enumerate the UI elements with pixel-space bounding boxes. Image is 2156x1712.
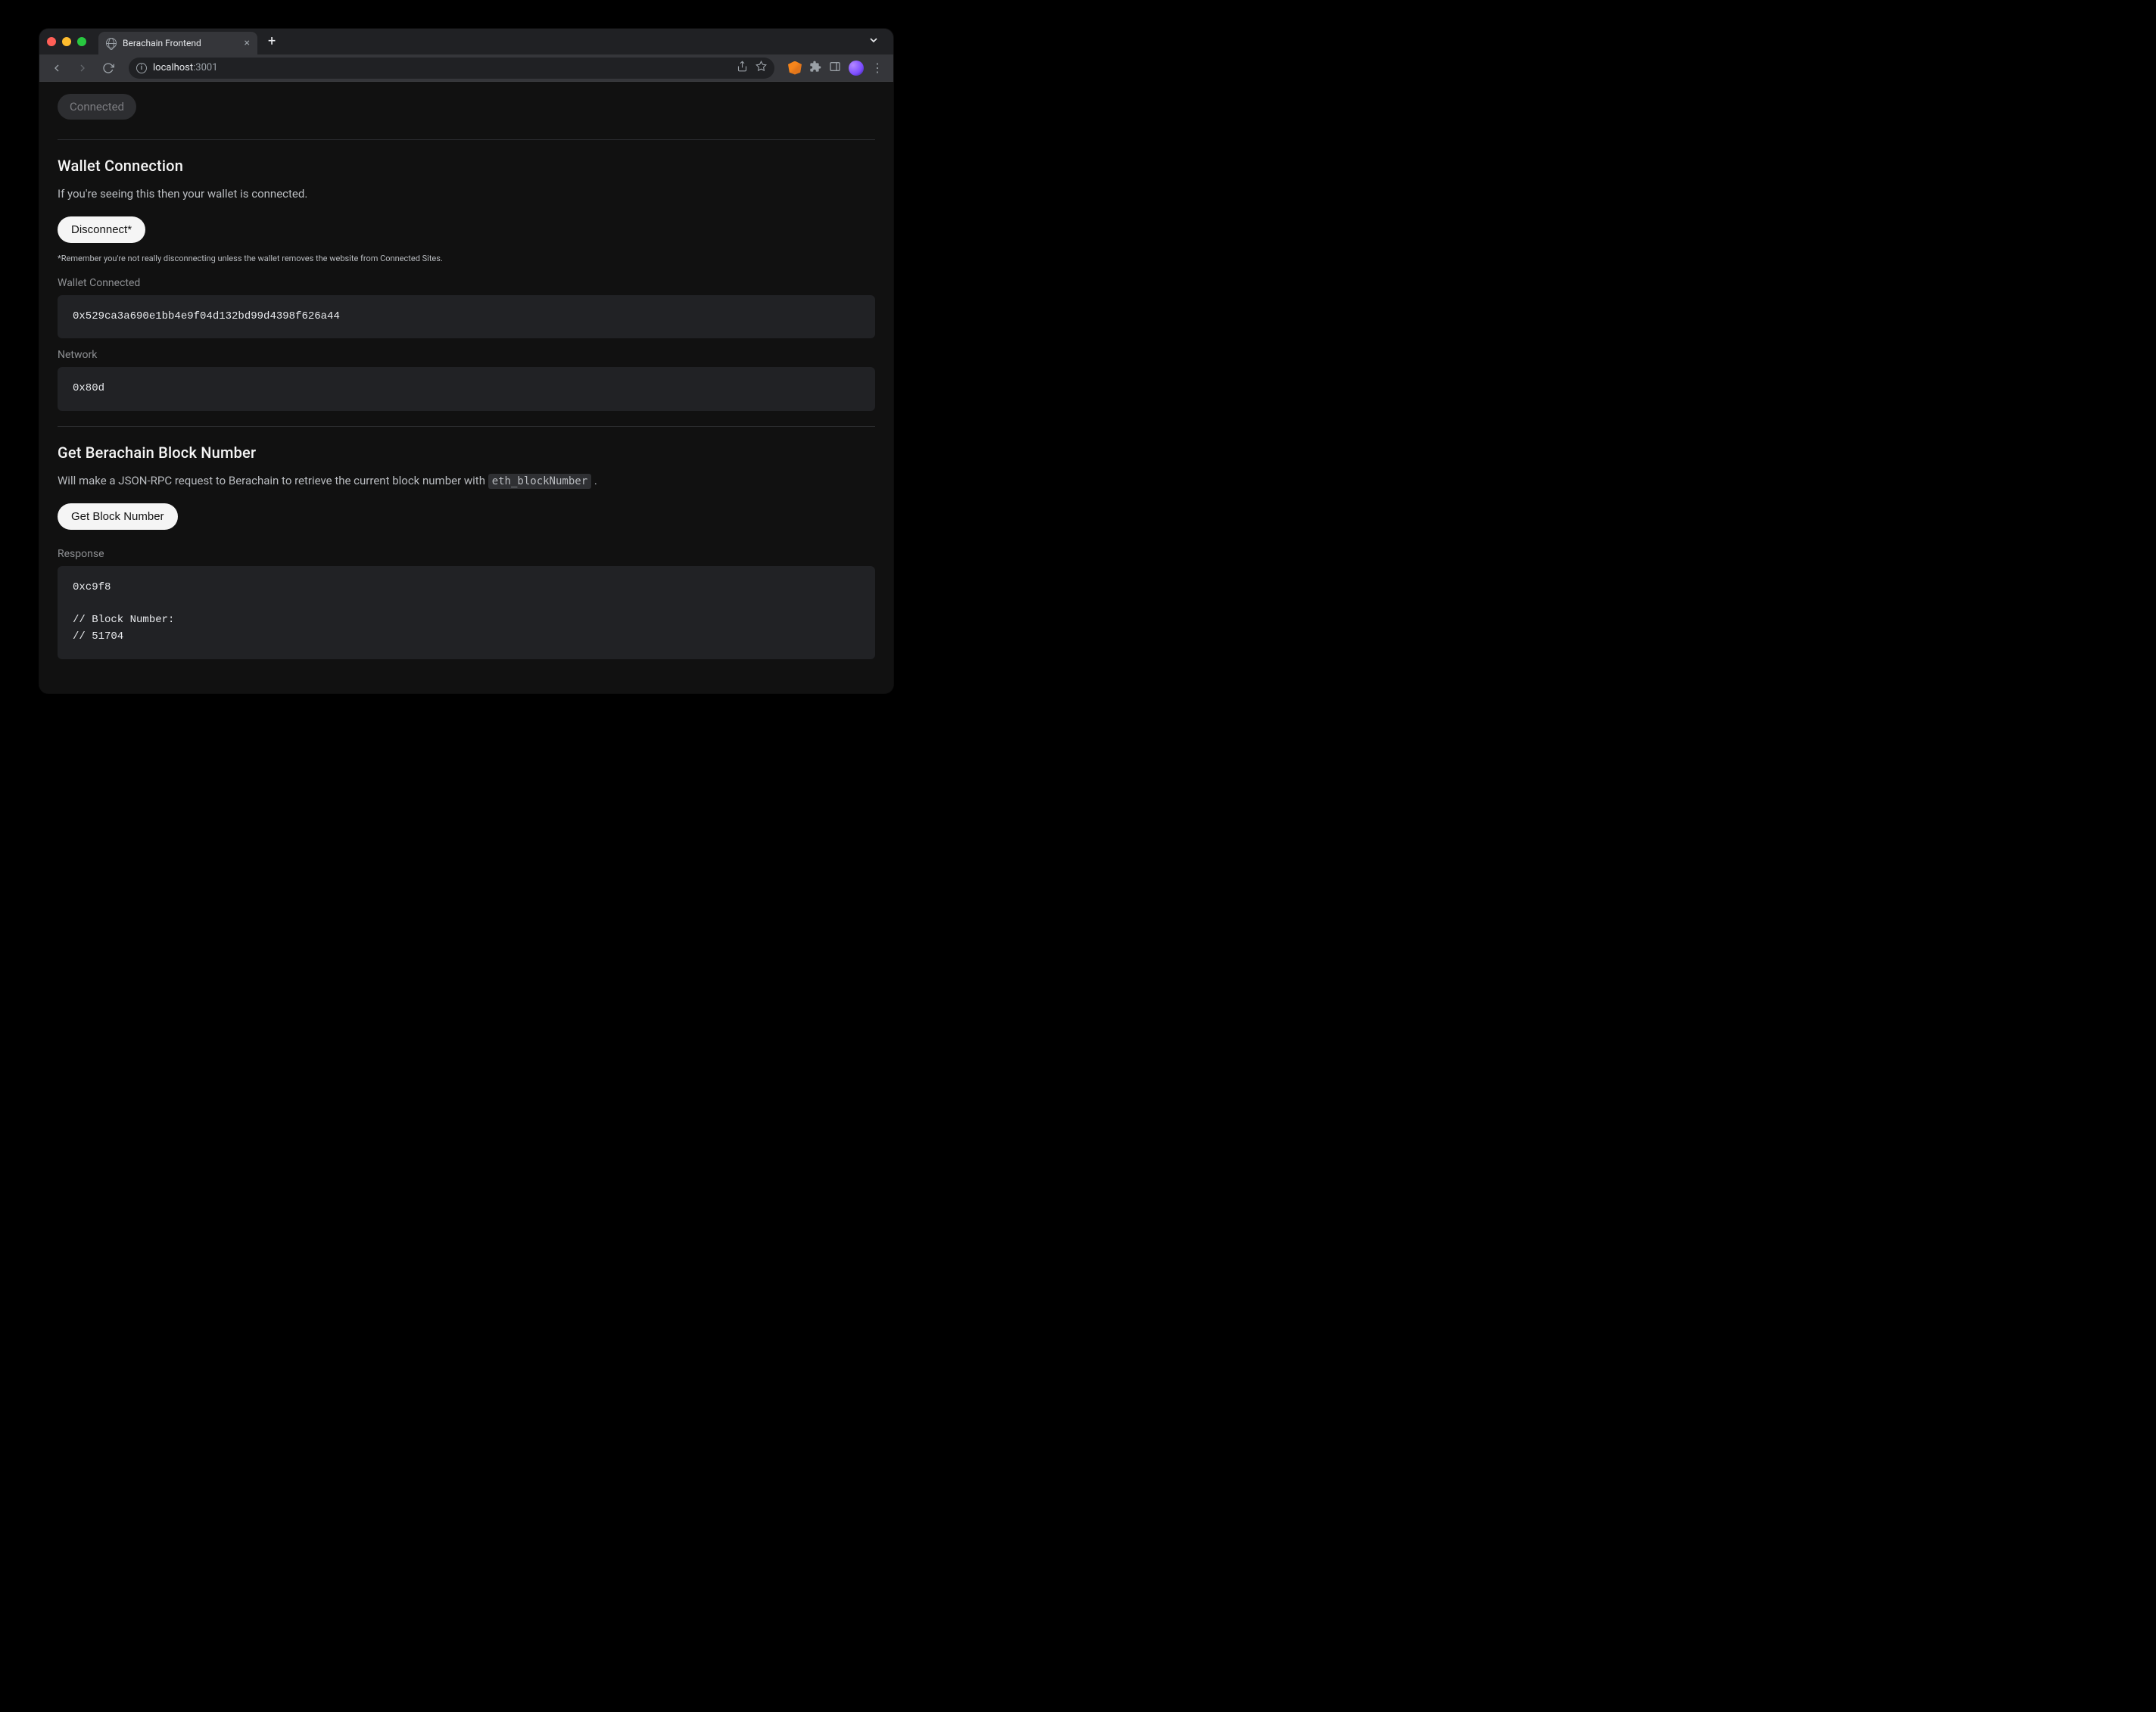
browser-window: Berachain Frontend × + i localhost:3001	[39, 29, 893, 693]
page-content: Connected Wallet Connection If you're se…	[39, 82, 893, 689]
block-section-description: Will make a JSON-RPC request to Berachai…	[58, 472, 875, 490]
response-label: Response	[58, 548, 875, 560]
minimize-window-button[interactable]	[62, 37, 71, 46]
network-label: Network	[58, 349, 875, 361]
sidepanel-icon[interactable]	[829, 61, 841, 76]
back-button[interactable]	[47, 58, 67, 78]
tab-title: Berachain Frontend	[123, 38, 238, 48]
block-section-title: Get Berachain Block Number	[58, 444, 875, 462]
divider	[58, 426, 875, 427]
url-host: localhost	[153, 62, 193, 73]
divider	[58, 139, 875, 140]
new-tab-button[interactable]: +	[268, 35, 276, 48]
url-text: localhost:3001	[153, 62, 218, 73]
network-value: 0x80d	[58, 367, 875, 411]
metamask-extension-icon[interactable]	[788, 61, 802, 75]
share-icon[interactable]	[737, 61, 748, 75]
reload-button[interactable]	[98, 58, 118, 78]
get-block-number-button[interactable]: Get Block Number	[58, 503, 178, 530]
disconnect-fine-print: *Remember you're not really disconnectin…	[58, 254, 875, 263]
browser-tab[interactable]: Berachain Frontend ×	[98, 32, 257, 54]
close-window-button[interactable]	[47, 37, 56, 46]
page-viewport: Connected Wallet Connection If you're se…	[39, 82, 893, 693]
connected-chip[interactable]: Connected	[58, 94, 136, 120]
globe-icon	[106, 38, 117, 48]
response-body: 0xc9f8 // Block Number: // 51704	[58, 566, 875, 659]
window-controls	[47, 37, 86, 46]
profile-avatar[interactable]	[849, 61, 864, 76]
maximize-window-button[interactable]	[77, 37, 86, 46]
block-desc-prefix: Will make a JSON-RPC request to Berachai…	[58, 474, 488, 487]
url-port: :3001	[193, 62, 217, 73]
tabs-dropdown-button[interactable]	[868, 34, 880, 49]
bookmark-icon[interactable]	[756, 61, 767, 75]
wallet-address-value: 0x529ca3a690e1bb4e9f04d132bd99d4398f626a…	[58, 295, 875, 339]
kebab-menu-icon[interactable]: ⋮	[871, 61, 883, 75]
browser-toolbar: i localhost:3001 ⋮	[39, 54, 893, 82]
rpc-method-code: eth_blockNumber	[488, 474, 591, 489]
extensions-icon[interactable]	[809, 61, 821, 76]
address-bar[interactable]: i localhost:3001	[129, 58, 774, 79]
close-tab-button[interactable]: ×	[245, 38, 250, 48]
site-info-icon[interactable]: i	[136, 63, 147, 73]
tab-bar: Berachain Frontend × +	[39, 29, 893, 54]
block-desc-suffix: .	[591, 474, 597, 487]
wallet-address-label: Wallet Connected	[58, 277, 875, 289]
wallet-section-title: Wallet Connection	[58, 157, 875, 175]
wallet-section-description: If you're seeing this then your wallet i…	[58, 185, 875, 203]
disconnect-button[interactable]: Disconnect*	[58, 216, 145, 243]
toolbar-right: ⋮	[785, 61, 886, 76]
forward-button[interactable]	[73, 58, 92, 78]
